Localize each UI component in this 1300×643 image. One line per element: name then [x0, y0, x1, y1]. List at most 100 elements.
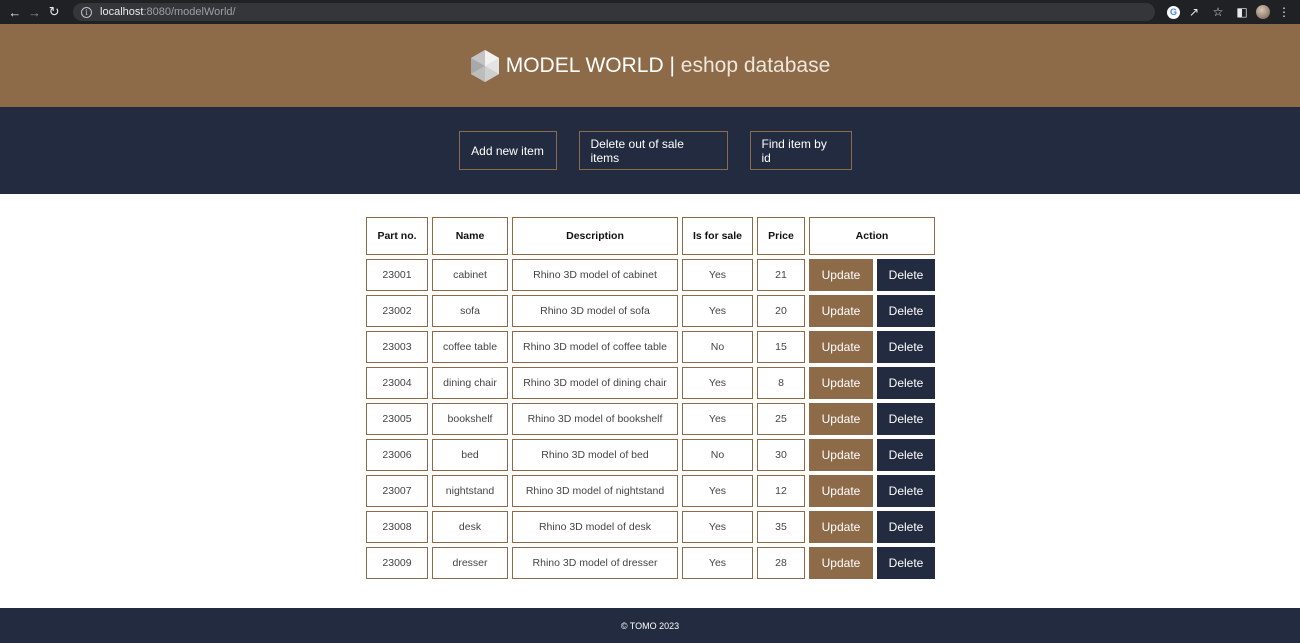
items-table-wrap: Part no. Name Description Is for sale Pr… [366, 217, 939, 583]
table-row: 23008 desk Rhino 3D model of desk Yes 35 Upda… [366, 511, 935, 543]
price-cell: 25 [757, 403, 805, 435]
delete-button[interactable]: Delete [877, 439, 935, 471]
update-button[interactable]: Update [809, 547, 873, 579]
back-arrow-icon[interactable]: ← [6, 2, 24, 22]
part-no-cell: 23005 [366, 403, 428, 435]
action-cell: Update Delete [809, 511, 935, 543]
url-path: :8080/modelWorld/ [143, 6, 236, 18]
google-icon[interactable]: G [1167, 5, 1181, 19]
for-sale-cell: Yes [682, 403, 753, 435]
update-button[interactable]: Update [809, 403, 873, 435]
part-no-cell: 23004 [366, 367, 428, 399]
cube-logo-icon [470, 49, 499, 82]
address-bar[interactable]: i localhost:8080/modelWorld/ [73, 3, 1156, 21]
col-price: Price [757, 217, 805, 255]
profile-avatar[interactable] [1256, 5, 1271, 19]
table-row: 23004 dining chair Rhino 3D model of dinin… [366, 367, 935, 399]
action-cell: Update Delete [809, 547, 935, 579]
price-cell: 15 [757, 331, 805, 363]
add-new-item-button[interactable]: Add new item [458, 131, 557, 170]
for-sale-cell: Yes [682, 295, 753, 327]
table-row: 23009 dresser Rhino 3D model of dresser Yes… [366, 547, 935, 579]
price-cell: 30 [757, 439, 805, 471]
name-cell: bookshelf [432, 403, 508, 435]
site-title: MODEL WORLD | eshop database [506, 54, 831, 78]
update-button[interactable]: Update [809, 439, 873, 471]
update-button[interactable]: Update [809, 367, 873, 399]
table-row: 23006 bed Rhino 3D model of bed No 30 Update D… [366, 439, 935, 471]
action-buttons: Update Delete [809, 367, 935, 399]
for-sale-cell: Yes [682, 475, 753, 507]
col-action: Action [809, 217, 935, 255]
action-cell: Update Delete [809, 439, 935, 471]
site-footer: © TOMO 2023 [0, 608, 1300, 643]
action-buttons: Update Delete [809, 331, 935, 363]
table-row: 23002 sofa Rhino 3D model of sofa Yes 20 Upda… [366, 295, 935, 327]
action-cell: Update Delete [809, 259, 935, 291]
price-cell: 21 [757, 259, 805, 291]
part-no-cell: 23007 [366, 475, 428, 507]
delete-button[interactable]: Delete [877, 511, 935, 543]
delete-button[interactable]: Delete [877, 475, 935, 507]
delete-button[interactable]: Delete [877, 403, 935, 435]
logo[interactable]: MODEL WORLD | eshop database [470, 49, 831, 83]
site-header: MODEL WORLD | eshop database [0, 24, 1300, 107]
table-row: 23007 nightstand Rhino 3D model of nightst… [366, 475, 935, 507]
action-buttons: Update Delete [809, 259, 935, 291]
brand-main: MODEL WORLD [505, 53, 664, 77]
update-button[interactable]: Update [809, 259, 873, 291]
part-no-cell: 23006 [366, 439, 428, 471]
name-cell: cabinet [432, 259, 508, 291]
delete-button[interactable]: Delete [877, 259, 935, 291]
price-cell: 28 [757, 547, 805, 579]
update-button[interactable]: Update [809, 295, 873, 327]
name-cell: desk [432, 511, 508, 543]
for-sale-cell: No [682, 439, 753, 471]
for-sale-cell: Yes [682, 259, 753, 291]
delete-out-of-sale-button[interactable]: Delete out of sale items [578, 131, 728, 170]
update-button[interactable]: Update [809, 511, 873, 543]
delete-button[interactable]: Delete [877, 331, 935, 363]
side-panel-icon[interactable]: ◧ [1232, 2, 1252, 22]
action-buttons: Update Delete [809, 547, 935, 579]
description-cell: Rhino 3D model of desk [512, 511, 678, 543]
col-name: Name [432, 217, 508, 255]
col-part-no: Part no. [366, 217, 428, 255]
action-nav: Add new item Delete out of sale items Fi… [0, 107, 1300, 194]
reload-icon[interactable]: ↻ [45, 2, 63, 22]
description-cell: Rhino 3D model of coffee table [512, 331, 678, 363]
part-no-cell: 23002 [366, 295, 428, 327]
for-sale-cell: Yes [682, 367, 753, 399]
price-cell: 35 [757, 511, 805, 543]
description-cell: Rhino 3D model of bookshelf [512, 403, 678, 435]
description-cell: Rhino 3D model of cabinet [512, 259, 678, 291]
menu-kebab-icon[interactable]: ⋮ [1274, 2, 1294, 22]
update-button[interactable]: Update [809, 475, 873, 507]
name-cell: bed [432, 439, 508, 471]
site-info-icon[interactable]: i [81, 6, 93, 18]
part-no-cell: 23008 [366, 511, 428, 543]
share-icon[interactable]: ↗ [1184, 2, 1204, 22]
action-cell: Update Delete [809, 403, 935, 435]
update-button[interactable]: Update [809, 331, 873, 363]
bookmark-star-icon[interactable]: ☆ [1208, 2, 1228, 22]
col-is-for-sale: Is for sale [682, 217, 753, 255]
action-buttons: Update Delete [809, 295, 935, 327]
forward-arrow-icon[interactable]: → [26, 2, 44, 22]
price-cell: 20 [757, 295, 805, 327]
col-description: Description [512, 217, 678, 255]
description-cell: Rhino 3D model of bed [512, 439, 678, 471]
name-cell: dresser [432, 547, 508, 579]
delete-button[interactable]: Delete [877, 367, 935, 399]
price-cell: 8 [757, 367, 805, 399]
items-table: Part no. Name Description Is for sale Pr… [362, 213, 939, 583]
find-item-by-id-button[interactable]: Find item by id [749, 131, 852, 170]
table-row: 23003 coffee table Rhino 3D model of coffe… [366, 331, 935, 363]
delete-button[interactable]: Delete [877, 295, 935, 327]
for-sale-cell: Yes [682, 547, 753, 579]
description-cell: Rhino 3D model of sofa [512, 295, 678, 327]
footer-copyright: © TOMO 2023 [620, 620, 680, 631]
part-no-cell: 23001 [366, 259, 428, 291]
delete-button[interactable]: Delete [877, 547, 935, 579]
name-cell: coffee table [432, 331, 508, 363]
